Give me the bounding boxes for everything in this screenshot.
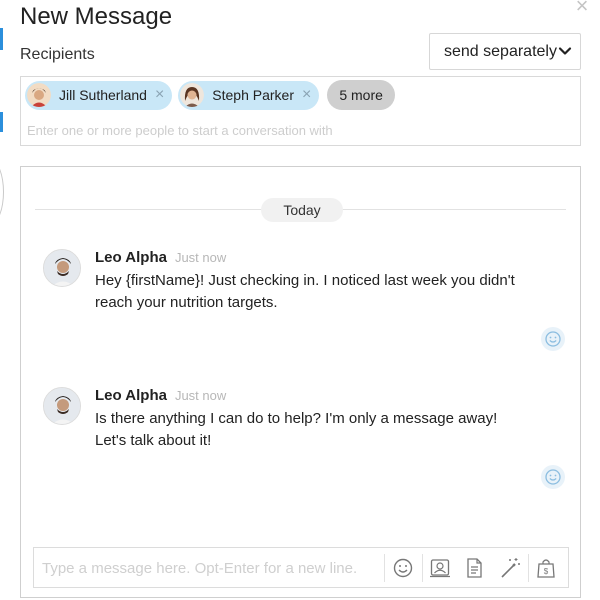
more-recipients-chip[interactable]: 5 more — [327, 80, 395, 110]
background-accent-bar — [0, 112, 3, 132]
recipient-chip[interactable]: Jill Sutherland × — [25, 80, 173, 110]
composer-divider — [528, 554, 529, 582]
payment-bag-icon[interactable]: $ — [534, 556, 558, 580]
magic-wand-icon[interactable] — [498, 556, 522, 580]
message-line: Let's talk about it! — [95, 432, 212, 449]
message-line: Is there anything I can do to help? I'm … — [95, 410, 498, 427]
message-body: Hey {firstName}! Just checking in. I not… — [95, 270, 535, 314]
message-author: Leo Alpha — [95, 249, 167, 266]
recipient-search-input[interactable] — [27, 121, 567, 139]
message-time: Just now — [174, 388, 227, 403]
recipients-label: Recipients — [20, 46, 95, 63]
avatar — [43, 249, 81, 287]
message-time: Just now — [174, 250, 227, 265]
chevron-down-icon — [558, 47, 572, 55]
message-header: Leo Alpha Just now — [95, 387, 226, 404]
message-body: Is there anything I can do to help? I'm … — [95, 408, 535, 452]
day-label: Today — [261, 198, 343, 222]
background-edge-shape — [0, 160, 4, 224]
recipient-name: Jill Sutherland — [59, 87, 147, 103]
smiley-icon[interactable] — [541, 327, 565, 351]
recipient-name: Steph Parker — [212, 87, 294, 103]
new-message-dialog: × New Message Recipients send separately… — [0, 0, 600, 600]
emoji-icon[interactable] — [391, 556, 415, 580]
recipient-chips: Jill Sutherland × Steph Parker × 5 more — [25, 80, 395, 110]
background-accent-bar — [0, 28, 3, 50]
message-header: Leo Alpha Just now — [95, 249, 226, 266]
document-icon[interactable] — [462, 556, 486, 580]
recipients-field[interactable]: Jill Sutherland × Steph Parker × 5 more — [20, 76, 581, 146]
message-author: Leo Alpha — [95, 387, 167, 404]
recipient-chip[interactable]: Steph Parker × — [178, 80, 320, 110]
close-icon[interactable]: × — [572, 0, 592, 17]
message-line: Hey {firstName}! Just checking in. I not… — [95, 272, 515, 289]
contact-card-icon[interactable] — [428, 556, 452, 580]
smiley-icon[interactable] — [541, 465, 565, 489]
svg-text:$: $ — [544, 567, 549, 576]
send-mode-select[interactable]: send separately — [429, 33, 581, 70]
remove-recipient-icon[interactable]: × — [155, 87, 164, 103]
conversation-panel: Today Leo Alpha Just now Hey {firstName}!… — [20, 166, 581, 598]
dialog-title: New Message — [20, 3, 173, 30]
composer-divider — [422, 554, 423, 582]
composer-divider — [384, 554, 385, 582]
message-composer: $ — [33, 547, 569, 588]
avatar — [27, 83, 51, 107]
remove-recipient-icon[interactable]: × — [302, 87, 311, 103]
message-input[interactable] — [42, 558, 382, 578]
send-mode-value: send separately — [444, 42, 557, 60]
message-line: reach your nutrition targets. — [95, 294, 278, 311]
avatar — [43, 387, 81, 425]
avatar — [180, 83, 205, 107]
